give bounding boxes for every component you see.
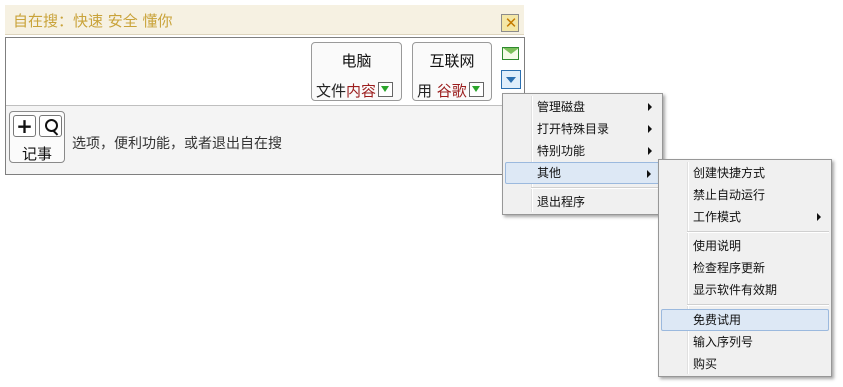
menu-item-label: 禁止自动运行 — [693, 188, 766, 202]
other-submenu: 创建快捷方式 禁止自动运行 工作模式 使用说明 检查程序更新 显示软件有效期 免… — [658, 159, 832, 377]
close-x-icon: ✕ — [504, 14, 518, 32]
menu-item-label: 显示软件有效期 — [693, 283, 778, 297]
menu-item-label: 使用说明 — [693, 239, 742, 253]
menu-item-label: 特别功能 — [537, 144, 586, 158]
web-dropdown-icon[interactable] — [468, 82, 484, 97]
submenu-arrow-icon — [648, 147, 652, 155]
pc-source-selected: 内容 — [346, 82, 377, 100]
menu-item-manage-disks[interactable]: 管理磁盘 — [505, 96, 660, 118]
submenu-arrow-icon — [648, 103, 652, 111]
menu-item-check-updates[interactable]: 检查程序更新 — [661, 257, 829, 279]
plus-icon[interactable]: + — [13, 115, 36, 137]
note-button[interactable]: + 记事 — [9, 111, 65, 163]
menu-item-label: 检查程序更新 — [693, 261, 766, 275]
pc-source-title: 电脑 — [341, 52, 372, 70]
note-label: 记事 — [21, 145, 52, 163]
menu-item-label: 购买 — [693, 357, 718, 371]
menu-item-create-shortcut[interactable]: 创建快捷方式 — [661, 162, 829, 184]
title-bar: 自在搜：快速 安全 懂你 — [5, 5, 524, 35]
menu-separator — [531, 187, 660, 189]
menu-item-label: 免费试用 — [693, 313, 742, 327]
menu-item-help[interactable]: 使用说明 — [661, 235, 829, 257]
mail-icon[interactable] — [502, 47, 519, 60]
main-context-menu: 管理磁盘 打开特殊目录 特别功能 其他 退出程序 — [502, 93, 663, 215]
menu-separator — [687, 304, 829, 306]
close-button[interactable]: ✕ — [501, 14, 519, 32]
submenu-arrow-icon — [648, 125, 652, 133]
web-search-source-button[interactable]: 互联网 用 谷歌 — [412, 42, 492, 101]
pc-source-selector[interactable]: 文件内容 — [316, 80, 394, 101]
submenu-arrow-icon — [817, 213, 821, 221]
search-icon[interactable] — [39, 115, 62, 137]
menu-item-label: 其他 — [537, 166, 562, 180]
web-source-title: 互联网 — [429, 52, 475, 70]
hint-text: 选项，便利功能，或者退出自在搜 — [72, 136, 282, 152]
submenu-arrow-icon — [647, 170, 651, 178]
window-title: 自在搜：快速 安全 懂你 — [13, 12, 173, 30]
menu-item-open-special-dir[interactable]: 打开特殊目录 — [505, 118, 660, 140]
menu-item-exit[interactable]: 退出程序 — [505, 191, 660, 213]
menu-item-other[interactable]: 其他 — [505, 162, 660, 184]
menu-item-show-validity[interactable]: 显示软件有效期 — [661, 279, 829, 301]
menu-item-buy[interactable]: 购买 — [661, 353, 829, 375]
pc-dropdown-icon[interactable] — [378, 82, 394, 97]
pc-search-source-button[interactable]: 电脑 文件内容 — [311, 42, 402, 101]
menu-dropdown-icon[interactable] — [501, 70, 521, 89]
menu-item-disable-autorun[interactable]: 禁止自动运行 — [661, 184, 829, 206]
menu-item-special-functions[interactable]: 特别功能 — [505, 140, 660, 162]
menu-item-label: 工作模式 — [693, 210, 742, 224]
web-source-prefix: 用 — [417, 82, 437, 100]
menu-item-label: 管理磁盘 — [537, 100, 586, 114]
web-source-selector[interactable]: 用 谷歌 — [417, 80, 484, 101]
menu-item-enter-serial[interactable]: 输入序列号 — [661, 331, 829, 353]
menu-item-work-mode[interactable]: 工作模式 — [661, 206, 829, 228]
menu-item-label: 输入序列号 — [693, 335, 754, 349]
menu-item-label: 打开特殊目录 — [537, 122, 610, 136]
menu-item-free-trial[interactable]: 免费试用 — [661, 309, 829, 331]
menu-separator — [687, 231, 829, 233]
pc-source-prefix: 文件 — [316, 82, 347, 100]
web-source-selected: 谷歌 — [436, 82, 467, 100]
menu-item-label: 退出程序 — [537, 195, 586, 209]
menu-item-label: 创建快捷方式 — [693, 166, 766, 180]
